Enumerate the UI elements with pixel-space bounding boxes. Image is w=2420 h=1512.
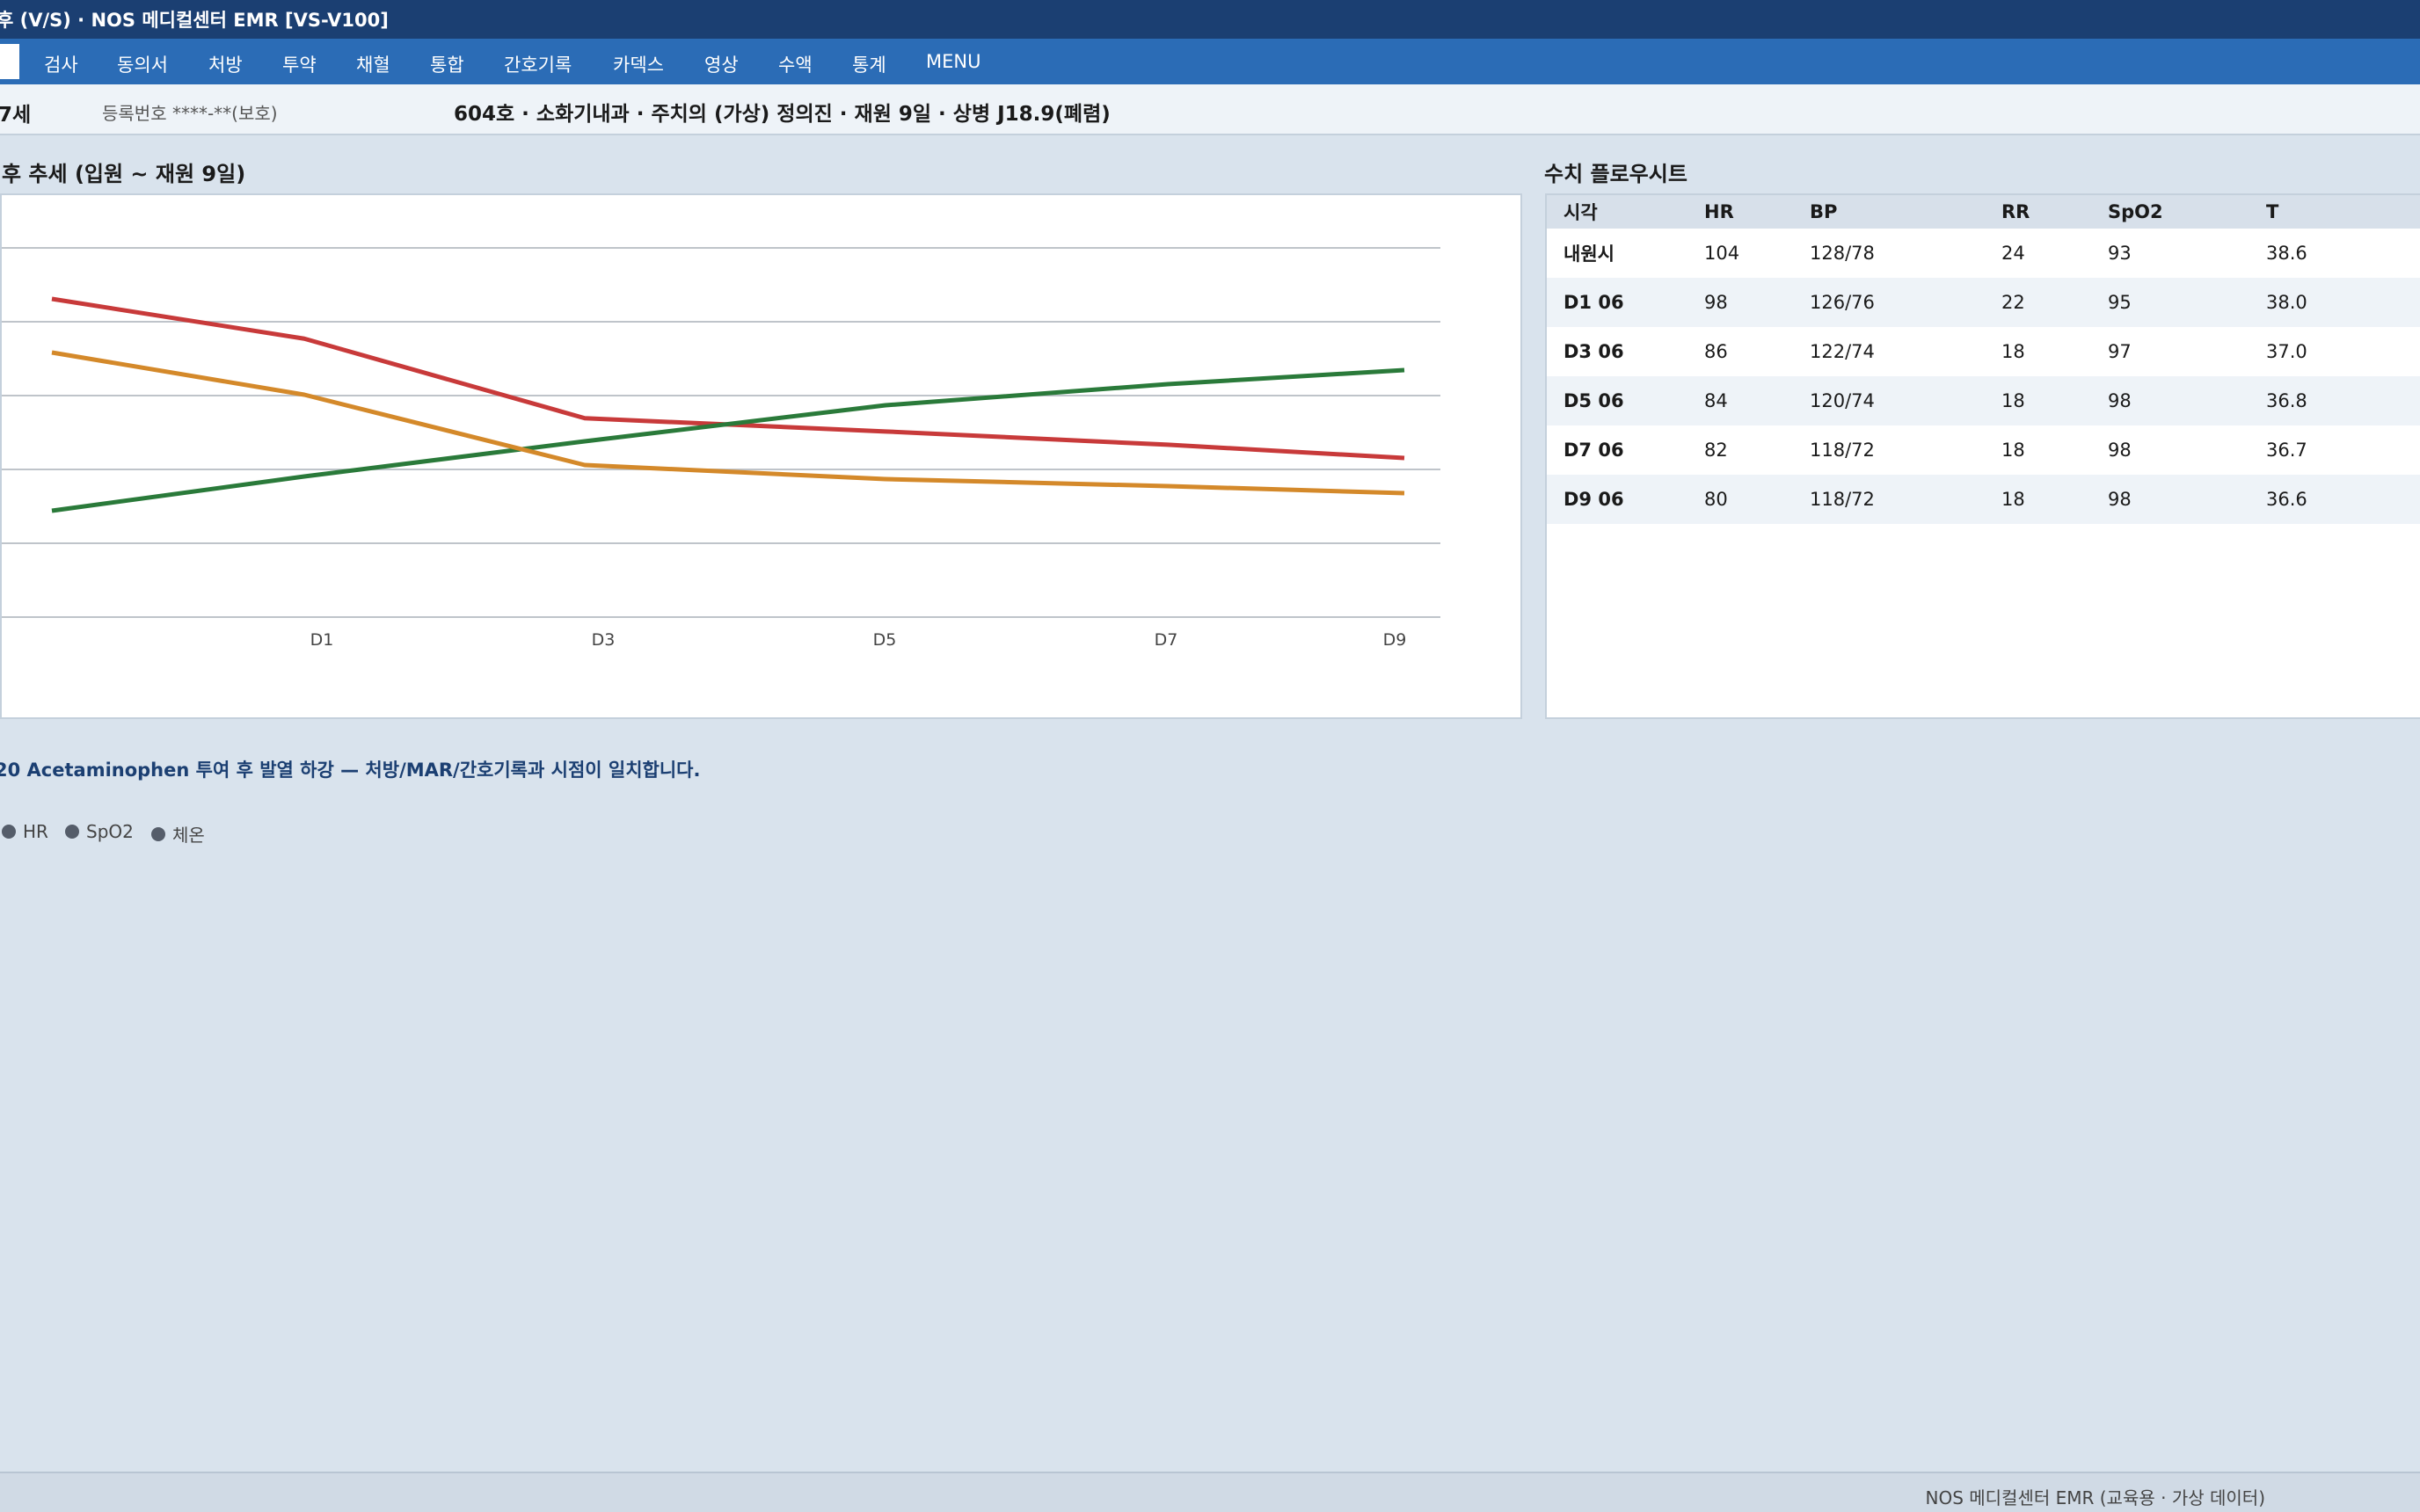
table-cell: 38.0 [2266,278,2420,327]
table-cell: 97 [2108,341,2132,362]
window-title: 후 (V/S) · NOS 메디컬센터 EMR [VS-V100] [0,10,389,31]
table-cell: 80 [1704,475,1810,524]
vitals-trend-chart: D1 D3 D5 D7 D9 HR SpO2 체온 [0,193,1522,846]
legend-label-temp: 체온 [172,825,205,846]
flowsheet-section-title: 수치 플로우시트 [1544,162,1687,186]
table-cell: 내원시 [1564,244,1615,265]
legend-item-spo2: SpO2 [65,821,134,842]
menu-item-menu[interactable]: MENU [926,51,980,72]
table-cell: D5 06 [1547,376,1704,425]
table-cell: 128/78 [1810,243,1875,264]
table-cell: 18 [2001,341,2025,362]
table-cell: 38.6 [2266,243,2307,264]
x-tick-label: D5 [873,630,897,650]
header-rr: RR [2001,195,2108,229]
table-cell: 82 [1704,440,1728,461]
table-cell: 98 [2108,440,2132,461]
main-menu-bar: 검사 동의서 처방 투약 채혈 통합 간호기록 카덱스 영상 수액 통계 MEN… [0,39,2420,84]
table-cell: 118/72 [1810,440,1875,461]
menu-item-statistics[interactable]: 통계 [852,51,886,77]
patient-info-bar: 7세 등록번호 ****-**(보호) 604호 · 소화기내과 · 주치의 (… [0,84,2420,135]
legend-dot-icon [151,826,165,841]
flowsheet-header-row: 시각 HR BP RR SpO2 T [1547,195,2420,229]
patient-reg-no: 등록번호 ****-**(보호) [102,103,278,124]
flowsheet-panel: 시각 HR BP RR SpO2 T 내원시 104 128/78 24 93 38.6 D… [1545,193,2420,719]
table-cell: 37.0 [2266,341,2307,362]
legend-dot-icon [65,825,79,839]
flowsheet-table: 시각 HR BP RR SpO2 T 내원시 104 128/78 24 93 38.6 D… [1547,195,2420,524]
menu-item-nursing-record[interactable]: 간호기록 [504,51,572,77]
menu-item-kardex[interactable]: 카덱스 [613,51,664,77]
menu-item-integrated[interactable]: 통합 [430,51,464,77]
legend-item-hr: HR [2,821,48,842]
table-cell: 18 [2001,376,2108,425]
menu-item-imaging[interactable]: 영상 [704,51,739,77]
active-tab-indicator[interactable] [0,44,19,79]
legend-label-hr: HR [23,821,48,842]
legend-dot-icon [2,825,16,839]
status-bar: NOS 메디컬센터 EMR (교육용 · 가상 데이터) [0,1472,2420,1512]
table-cell: 22 [2001,278,2108,327]
table-cell: D9 06 [1547,475,1704,524]
table-row[interactable]: D1 06 98 126/76 22 95 38.0 [1547,278,2420,327]
table-cell: 86 [1704,341,1728,362]
legend-item-temp: 체온 [151,821,205,847]
table-row[interactable]: D7 06 82 118/72 18 98 36.7 [1547,425,2420,475]
patient-summary: 604호 · 소화기내과 · 주치의 (가상) 정의진 · 재원 9일 · 상병… [454,103,1111,126]
menu-item-medication[interactable]: 투약 [282,51,317,77]
x-tick-label: D3 [592,630,616,650]
table-cell: 36.7 [2266,440,2307,461]
x-tick-label: D1 [310,630,334,650]
clinical-note: 20 Acetaminophen 투여 후 발열 하강 — 처방/MAR/간호기… [0,760,701,781]
x-tick-label: D7 [1155,630,1178,650]
table-cell: D1 06 [1547,278,1704,327]
table-cell: 18 [2001,440,2025,461]
menu-item-prescription[interactable]: 처방 [208,51,243,77]
header-time: 시각 [1547,195,1704,229]
legend-label-spo2: SpO2 [86,821,134,842]
table-cell: 18 [2001,475,2108,524]
table-cell: 84 [1704,376,1810,425]
table-cell: 24 [2001,243,2025,264]
table-row[interactable]: 내원시 104 128/78 24 93 38.6 [1547,229,2420,278]
table-cell: 93 [2108,243,2132,264]
header-bp: BP [1810,195,2001,229]
table-cell: 122/74 [1810,341,1875,362]
table-cell: 98 [2108,475,2266,524]
x-tick-label: D9 [1383,630,1407,650]
table-row[interactable]: D9 06 80 118/72 18 98 36.6 [1547,475,2420,524]
table-cell: D3 06 [1564,341,1624,362]
header-spo2: SpO2 [2108,195,2266,229]
table-cell: 118/72 [1810,475,2001,524]
table-cell: D7 06 [1564,440,1624,461]
table-cell: 36.8 [2266,376,2420,425]
table-cell: 95 [2108,278,2266,327]
status-text: NOS 메디컬센터 EMR (교육용 · 가상 데이터) [1925,1487,2266,1508]
flowsheet-body: 내원시 104 128/78 24 93 38.6 D1 06 98 126/76 22 95 38.… [1547,229,2420,524]
patient-age: 7세 [0,104,32,127]
header-temp: T [2266,195,2420,229]
table-cell: 104 [1704,243,1740,264]
table-cell: 98 [2108,376,2266,425]
series-line-spo2 [51,367,1405,513]
chart-canvas: D1 D3 D5 D7 D9 [2,247,1440,650]
table-cell: 126/76 [1810,278,2001,327]
table-row[interactable]: D3 06 86 122/74 18 97 37.0 [1547,327,2420,376]
table-row[interactable]: D5 06 84 120/74 18 98 36.8 [1547,376,2420,425]
table-cell: 98 [1704,278,1810,327]
series-line-hr [51,296,1405,461]
table-cell: 36.6 [2266,475,2420,524]
menu-item-consent[interactable]: 동의서 [117,51,168,77]
menu-item-iv-fluid[interactable]: 수액 [778,51,813,77]
chart-section-title: 후 추세 (입원 ~ 재원 9일) [2,162,246,186]
table-cell: 120/74 [1810,376,2001,425]
header-hr: HR [1704,195,1810,229]
menu-item-exam[interactable]: 검사 [44,51,78,77]
window-titlebar: 후 (V/S) · NOS 메디컬센터 EMR [VS-V100] [0,0,2420,39]
menu-item-blood-draw[interactable]: 채혈 [356,51,390,77]
